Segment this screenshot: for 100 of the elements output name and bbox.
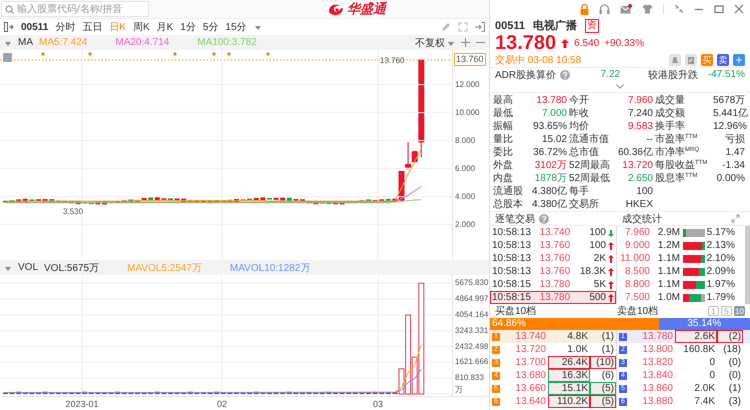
stat-value: 7.000 bbox=[540, 107, 568, 120]
caret-icon[interactable] bbox=[254, 23, 262, 31]
share-bar bbox=[683, 242, 705, 250]
headset-icon[interactable] bbox=[599, 4, 610, 14]
order-count: (3) bbox=[728, 395, 742, 408]
trading-status: 交易中 03-08 10:58 bbox=[495, 54, 582, 67]
axis-label: 810.833 bbox=[455, 372, 484, 384]
comparison-label: 较港股升跌 bbox=[648, 68, 698, 82]
help-icon[interactable] bbox=[539, 214, 549, 224]
stat-label: 流通市值 bbox=[569, 133, 610, 146]
stat-value: 0.00% bbox=[716, 172, 746, 185]
chevron-down-icon[interactable] bbox=[616, 84, 624, 89]
date-label: 03 bbox=[372, 398, 384, 408]
period-tab[interactable]: 周K bbox=[132, 20, 150, 34]
stat-label: 最高 bbox=[493, 94, 514, 107]
logo-icon bbox=[327, 2, 345, 16]
close-icon[interactable] bbox=[734, 4, 744, 14]
stat-price: 11.000 bbox=[620, 253, 650, 264]
comparison-value: -47.51% bbox=[706, 69, 745, 80]
stat-price: 8.800 bbox=[624, 279, 650, 290]
indicator-value: MA100:3.782 bbox=[197, 37, 257, 48]
stat-label: 均价 bbox=[569, 120, 590, 133]
stat-label: 量比 bbox=[493, 133, 514, 146]
section-title: 成交统计 bbox=[622, 212, 662, 226]
period-tab[interactable]: 5分 bbox=[202, 20, 218, 34]
indicator-name: MA bbox=[18, 37, 33, 48]
order-volume: 110.2K bbox=[548, 395, 590, 408]
order-count: (5) bbox=[590, 395, 616, 408]
stat-share: 2.13% bbox=[706, 240, 735, 251]
stat-value: 5678万 bbox=[713, 94, 746, 107]
stat-value: 4.380亿 bbox=[530, 198, 568, 211]
help-icon[interactable] bbox=[560, 70, 570, 80]
shrink-icon[interactable] bbox=[674, 4, 684, 14]
order-volume: 4.8K bbox=[566, 330, 589, 343]
trade-price: 13.740 bbox=[540, 227, 572, 238]
stock-name: 电视广播 bbox=[532, 18, 577, 33]
stat-value: -- bbox=[645, 133, 654, 146]
scrollbar[interactable] bbox=[745, 226, 750, 304]
trade-time: 10:58:13 bbox=[492, 240, 532, 251]
event-marker-icon bbox=[88, 52, 92, 56]
period-tab[interactable]: 五日 bbox=[82, 20, 102, 34]
trade-volume: 100 bbox=[588, 227, 606, 238]
lock-icon[interactable] bbox=[580, 4, 589, 14]
axis-label: 3243.331 bbox=[455, 324, 488, 337]
date-label: 02 bbox=[216, 398, 228, 408]
order-volume: 2.6K bbox=[675, 330, 717, 343]
stat-value: 3102万 bbox=[534, 159, 568, 172]
share-bar bbox=[683, 228, 705, 236]
mail-icon[interactable] bbox=[620, 4, 632, 14]
pencil-icon[interactable] bbox=[441, 22, 451, 32]
selected-row-background[interactable]: 10:58:15 13.780 500 bbox=[490, 291, 616, 304]
stat-label: 52周最低 bbox=[569, 172, 612, 185]
axis-label: 4.000 bbox=[455, 190, 476, 203]
order-price: 13.740 bbox=[514, 331, 546, 342]
expand-icon[interactable] bbox=[731, 214, 740, 223]
maximize-icon[interactable] bbox=[714, 4, 724, 14]
axis-label: 1621.666 bbox=[455, 356, 488, 368]
stat-volume: 1.1M bbox=[656, 266, 680, 277]
axis-label: 4864.997 bbox=[455, 293, 488, 306]
stat-price: 8.500 bbox=[624, 266, 650, 277]
axis-label: 10.000 bbox=[455, 106, 480, 119]
sidebar-toggle-icon[interactable] bbox=[4, 22, 14, 32]
order-volume: 2.0K bbox=[693, 382, 716, 395]
stock-badge: 资 bbox=[584, 18, 599, 32]
stat-label: 市盈率$^{TTM}$ bbox=[655, 133, 698, 146]
alert-button[interactable] bbox=[669, 54, 681, 66]
stat-label: 今开 bbox=[569, 94, 590, 107]
shirt-icon[interactable] bbox=[642, 4, 653, 14]
sell-button[interactable]: 卖 bbox=[717, 54, 729, 66]
stat-label: 市净率$^{MRQ}$ bbox=[655, 146, 700, 159]
percent-change: +90.33% bbox=[604, 38, 644, 48]
period-tab[interactable]: 15分 bbox=[225, 20, 247, 34]
indicator-value: MA5:7.424 bbox=[39, 37, 88, 48]
stat-label: 成交额 bbox=[655, 107, 686, 120]
stat-value: 12.96% bbox=[713, 120, 747, 133]
stat-value: 7.240 bbox=[626, 107, 654, 120]
axis-label: 2.000 bbox=[455, 218, 476, 231]
exit-icon[interactable] bbox=[475, 22, 485, 32]
note-button[interactable] bbox=[685, 54, 697, 66]
fullscreen-icon[interactable] bbox=[458, 22, 468, 32]
stat-value: 1.47 bbox=[724, 146, 746, 159]
indicator-value: MA20:4.714 bbox=[115, 37, 170, 48]
adjust-dropdown[interactable]: 不复权 bbox=[415, 36, 455, 50]
stat-value: 93.65% bbox=[532, 120, 568, 133]
trade-price: 13.760 bbox=[540, 266, 572, 277]
period-tab[interactable]: 月K bbox=[156, 20, 174, 34]
stat-label: 流通股 bbox=[493, 185, 523, 198]
trade-price: 13.780 bbox=[540, 279, 572, 290]
order-volume: 0 bbox=[708, 369, 716, 382]
plus-icon[interactable] bbox=[461, 38, 470, 47]
order-volume: 16.3K bbox=[548, 369, 590, 382]
trade-price: 13.760 bbox=[540, 240, 572, 251]
order-price: 13.800 bbox=[641, 344, 673, 355]
stat-price: 7.500 bbox=[624, 292, 650, 303]
stat-volume: 1.2M bbox=[656, 240, 680, 251]
order-count: (5) bbox=[590, 382, 616, 395]
period-tab[interactable]: 1分 bbox=[180, 20, 196, 34]
indicator-value: MAVOL10:1282万 bbox=[230, 262, 310, 274]
date-label: 2023-01 bbox=[64, 398, 100, 408]
period-tab[interactable]: 分时 bbox=[55, 20, 76, 34]
